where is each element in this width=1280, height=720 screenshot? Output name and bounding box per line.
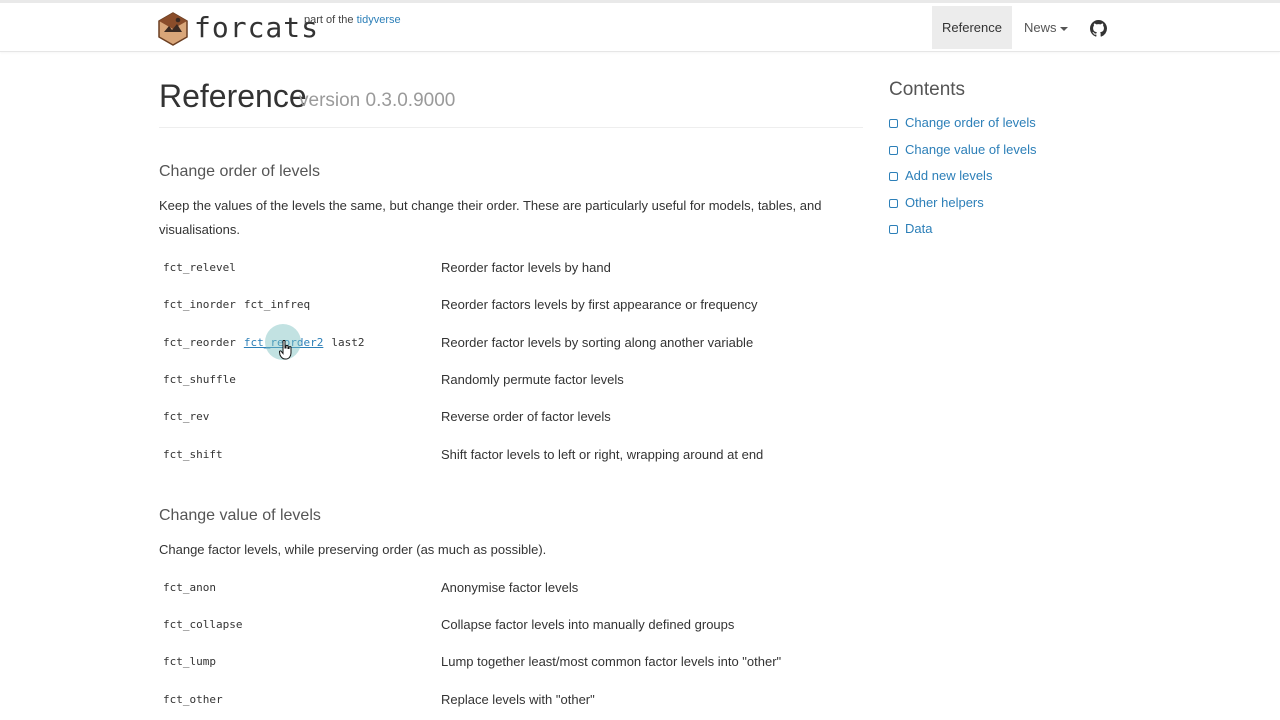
tidyverse-link[interactable]: tidyverse <box>357 14 401 26</box>
square-bullet-icon <box>889 172 898 182</box>
section-description-change-order: Keep the values of the levels the same, … <box>159 198 822 237</box>
reference-row: fct_shift Shift factor levels to left or… <box>159 443 863 467</box>
function-link[interactable]: fct_rev <box>163 410 209 423</box>
toc-item[interactable]: Add new levels <box>889 165 1037 192</box>
toc-item-label: Other helpers <box>905 194 984 210</box>
hand-cursor-icon <box>279 340 292 360</box>
function-names: fct_shuffle <box>163 368 244 392</box>
square-bullet-icon <box>889 119 898 129</box>
function-description: Anonymise factor levels <box>441 580 579 595</box>
function-link[interactable]: fct_lump <box>163 655 216 668</box>
function-description: Lump together least/most common factor l… <box>441 654 782 669</box>
toc-item[interactable]: Data <box>889 218 1037 245</box>
function-link[interactable]: fct_shuffle <box>163 373 236 386</box>
function-link[interactable]: fct_reorder <box>163 336 236 349</box>
nav-news-dropdown[interactable]: News <box>1024 6 1068 49</box>
divider <box>159 127 863 128</box>
function-link[interactable]: fct_anon <box>163 581 216 594</box>
section-title-change-value: Change value of levels <box>159 507 321 524</box>
toc-item-label: Data <box>905 221 933 237</box>
part-of-tidyverse: part of the tidyverse <box>304 14 401 26</box>
function-names: fct_collapse <box>163 613 250 637</box>
function-description: Reverse order of factor levels <box>441 409 611 424</box>
function-names: fct_relevel <box>163 256 244 280</box>
function-description: Reorder factor levels by sorting along a… <box>441 335 754 350</box>
function-description: Randomly permute factor levels <box>441 372 624 387</box>
caret-down-icon <box>1059 26 1068 31</box>
function-names: fct_shift <box>163 443 231 467</box>
contents-heading: Contents <box>889 79 966 100</box>
section-title-change-order: Change order of levels <box>159 163 320 180</box>
reference-row: fct_relevel Reorder factor levels by han… <box>159 256 863 280</box>
function-link[interactable]: fct_infreq <box>244 298 310 311</box>
toc-item[interactable]: Change value of levels <box>889 139 1037 166</box>
function-description: Reorder factor levels by hand <box>441 260 611 275</box>
reference-row: fct_rev Reverse order of factor levels <box>159 405 863 429</box>
function-names: fct_other <box>163 688 231 712</box>
navbar: forcats part of the tidyverse Reference … <box>0 0 1280 52</box>
forcats-logo-icon[interactable] <box>158 12 188 46</box>
page-version: version 0.3.0.9000 <box>299 90 456 111</box>
nav-news-label: News <box>1024 20 1057 35</box>
section-description-change-value: Change factor levels, while preserving o… <box>159 542 547 557</box>
part-of-text: part of the <box>304 14 354 26</box>
toc-item-label: Change order of levels <box>905 115 1036 130</box>
function-names: fct_inorder fct_infreq <box>163 293 318 317</box>
brand-name[interactable]: forcats <box>194 11 319 45</box>
function-description: Reorder factors levels by first appearan… <box>441 297 758 312</box>
reference-row: fct_shuffle Randomly permute factor leve… <box>159 368 863 392</box>
function-names: fct_rev <box>163 405 217 429</box>
function-description: Replace levels with "other" <box>441 692 595 707</box>
function-link[interactable]: fct_relevel <box>163 261 236 274</box>
nav-reference-label: Reference <box>942 20 1002 35</box>
reference-row: fct_collapse Collapse factor levels into… <box>159 613 863 637</box>
toc-item[interactable]: Other helpers <box>889 192 1037 219</box>
reference-row: fct_lump Lump together least/most common… <box>159 650 863 674</box>
github-icon[interactable] <box>1090 20 1107 37</box>
function-link[interactable]: last2 <box>331 336 364 349</box>
function-link[interactable]: fct_other <box>163 693 223 706</box>
toc-item-label: Add new levels <box>905 168 993 184</box>
square-bullet-icon <box>889 145 898 155</box>
reference-row: fct_other Replace levels with "other" <box>159 688 863 712</box>
nav-reference[interactable]: Reference <box>932 6 1012 49</box>
square-bullet-icon <box>889 198 898 208</box>
function-names: fct_anon <box>163 576 224 600</box>
reference-row: fct_inorder fct_infreq Reorder factors le… <box>159 293 863 317</box>
function-link[interactable]: fct_collapse <box>163 618 242 631</box>
function-description: Shift factor levels to left or right, wr… <box>441 447 764 462</box>
page-title: Reference <box>159 78 307 114</box>
function-names: fct_lump <box>163 650 224 674</box>
reference-row: fct_anon Anonymise factor levels <box>159 576 863 600</box>
table-of-contents: Change order of levels Change value of l… <box>889 112 1037 245</box>
square-bullet-icon <box>889 225 898 235</box>
toc-item-label: Change value of levels <box>905 141 1037 157</box>
function-link[interactable]: fct_shift <box>163 448 223 461</box>
function-link[interactable]: fct_inorder <box>163 298 236 311</box>
function-description: Collapse factor levels into manually def… <box>441 617 735 632</box>
toc-item[interactable]: Change order of levels <box>889 112 1037 139</box>
